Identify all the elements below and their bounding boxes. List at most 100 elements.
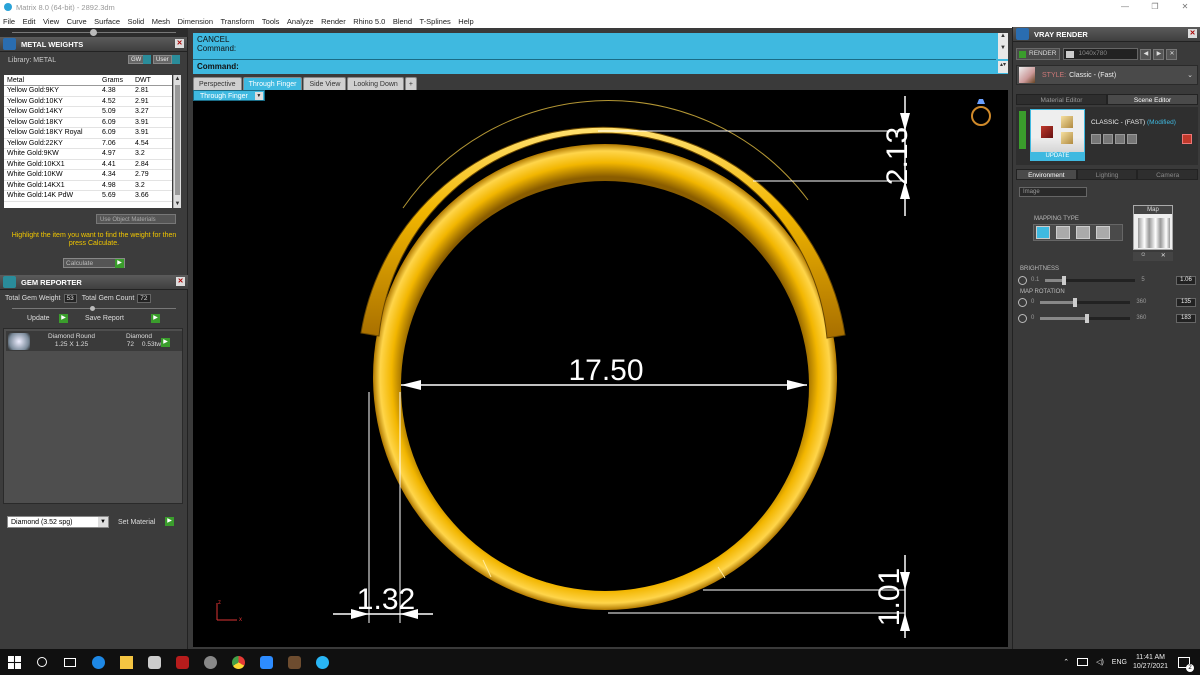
col-metal[interactable]: Metal bbox=[4, 77, 99, 84]
search-button[interactable] bbox=[28, 649, 56, 675]
style-selector[interactable]: STYLE: Classic - (Fast) ⌄ bbox=[1016, 65, 1198, 85]
import-icon[interactable] bbox=[1115, 134, 1125, 144]
scroll-down-icon[interactable]: ▼ bbox=[174, 200, 181, 208]
strip-knob[interactable] bbox=[90, 29, 97, 36]
menu-rhino[interactable]: Rhino 5.0 bbox=[353, 17, 385, 26]
col-grams[interactable]: Grams bbox=[99, 77, 132, 84]
add-tab-button[interactable]: + bbox=[404, 77, 417, 90]
brightness-knob[interactable] bbox=[1062, 275, 1067, 285]
table-row[interactable]: White Gold:10KX1 4.41 2.84 bbox=[4, 160, 172, 170]
prev-icon[interactable]: ◀ bbox=[1140, 48, 1152, 60]
tab-perspective[interactable]: Perspective bbox=[193, 77, 242, 90]
tab-scene-editor[interactable]: Scene Editor bbox=[1107, 94, 1198, 105]
command-scrollbar[interactable]: ▲ ▼ bbox=[998, 33, 1008, 59]
taskbar-rhino[interactable] bbox=[196, 649, 224, 675]
table-row[interactable]: Yellow Gold:10KY 4.52 2.91 bbox=[4, 97, 172, 107]
scroll-up-icon[interactable]: ▲ bbox=[174, 75, 181, 83]
tray-chevron-icon[interactable]: ⌃ bbox=[1063, 658, 1069, 666]
update-button[interactable]: Update bbox=[27, 315, 50, 322]
menu-solid[interactable]: Solid bbox=[128, 17, 145, 26]
table-row[interactable]: Yellow Gold:18KY Royal 6.09 3.91 bbox=[4, 128, 172, 139]
minimize-button[interactable]: — bbox=[1110, 0, 1140, 14]
taskbar-app-1[interactable] bbox=[140, 649, 168, 675]
taskbar-zoom[interactable] bbox=[252, 649, 280, 675]
scroll-thumb[interactable] bbox=[175, 85, 180, 195]
menu-curve[interactable]: Curve bbox=[67, 17, 87, 26]
table-row[interactable]: White Gold:14K PdW 5.69 3.66 bbox=[4, 191, 172, 202]
use-object-materials-button[interactable]: Use Object Materials bbox=[96, 214, 176, 224]
close-button[interactable]: ✕ bbox=[1170, 0, 1200, 14]
viewport-label[interactable]: Through Finger ▼ bbox=[193, 90, 265, 101]
command-spin[interactable]: ▴▾ bbox=[998, 61, 1008, 73]
taskbar-matrix[interactable] bbox=[280, 649, 308, 675]
clock[interactable]: 11:41 AM 10/27/2021 bbox=[1133, 653, 1168, 671]
user-toggle[interactable] bbox=[172, 55, 180, 64]
task-view-button[interactable] bbox=[56, 649, 84, 675]
rotation2-value[interactable]: 183 bbox=[1176, 313, 1196, 323]
set-material-play-icon[interactable]: ▶ bbox=[165, 517, 174, 526]
taskbar-app-2[interactable] bbox=[168, 649, 196, 675]
close-icon[interactable]: ✕ bbox=[176, 277, 185, 286]
menu-transform[interactable]: Transform bbox=[221, 17, 255, 26]
tab-lighting[interactable]: Lighting bbox=[1076, 169, 1138, 180]
tab-camera[interactable]: Camera bbox=[1137, 169, 1199, 180]
maximize-button[interactable]: ❐ bbox=[1140, 0, 1170, 14]
brightness-slider[interactable]: 0.1 5 1.06 bbox=[1018, 275, 1196, 285]
render-button[interactable]: RENDER bbox=[1016, 48, 1061, 60]
tab-looking-down[interactable]: Looking Down bbox=[347, 77, 404, 90]
rotation-slider-1[interactable]: 0 360 135 bbox=[1018, 297, 1196, 307]
map-load-icon[interactable]: ☺ bbox=[1140, 252, 1146, 261]
export-icon[interactable] bbox=[1127, 134, 1137, 144]
close-icon[interactable]: ✕ bbox=[1166, 48, 1178, 60]
command-prompt[interactable]: Command: bbox=[197, 62, 239, 71]
menu-dimension[interactable]: Dimension bbox=[178, 17, 213, 26]
table-row[interactable]: White Gold:9KW 4.97 3.2 bbox=[4, 149, 172, 160]
preset-thumbnail[interactable]: UPDATE bbox=[1030, 109, 1085, 161]
close-icon[interactable]: ✕ bbox=[175, 39, 184, 48]
delete-icon[interactable] bbox=[1182, 134, 1192, 144]
tab-environment[interactable]: Environment bbox=[1016, 169, 1077, 180]
table-row[interactable]: Yellow Gold:22KY 7.06 4.54 bbox=[4, 139, 172, 149]
rotation2-track[interactable] bbox=[1040, 313, 1131, 323]
map-clear-icon[interactable]: ✕ bbox=[1161, 252, 1166, 261]
menu-blend[interactable]: Blend bbox=[393, 17, 412, 26]
update-play-icon[interactable]: ▶ bbox=[59, 314, 68, 323]
col-dwt[interactable]: DWT bbox=[132, 77, 172, 84]
brightness-track[interactable] bbox=[1045, 275, 1136, 285]
menu-help[interactable]: Help bbox=[458, 17, 473, 26]
menu-tsplines[interactable]: T-Splines bbox=[420, 17, 451, 26]
gw-toggle[interactable] bbox=[143, 55, 151, 64]
tab-material-editor[interactable]: Material Editor bbox=[1016, 94, 1107, 105]
list-item[interactable]: Diamond Round Diamond 1.25 X 1.25 72 0.5… bbox=[6, 331, 182, 351]
language-indicator[interactable]: ENG bbox=[1112, 659, 1127, 666]
save-play-icon[interactable]: ▶ bbox=[151, 314, 160, 323]
menu-edit[interactable]: Edit bbox=[23, 17, 36, 26]
table-row[interactable]: Yellow Gold:14KY 5.09 3.27 bbox=[4, 107, 172, 118]
user-button[interactable]: User bbox=[153, 55, 172, 64]
start-button[interactable] bbox=[0, 649, 28, 675]
network-icon[interactable] bbox=[1077, 658, 1089, 666]
ring-view-icon[interactable] bbox=[971, 99, 991, 126]
panel-resize-strip[interactable] bbox=[0, 28, 188, 37]
menu-tools[interactable]: Tools bbox=[262, 17, 280, 26]
table-row[interactable]: White Gold:10KW 4.34 2.79 bbox=[4, 170, 172, 181]
menu-view[interactable]: View bbox=[43, 17, 59, 26]
menu-analyze[interactable]: Analyze bbox=[287, 17, 314, 26]
rotation-slider-2[interactable]: 0 360 183 bbox=[1018, 313, 1196, 323]
copy-icon[interactable] bbox=[1103, 134, 1113, 144]
gw-button[interactable]: GW bbox=[128, 55, 145, 64]
set-material-button[interactable]: Set Material bbox=[118, 519, 155, 526]
rotation2-knob[interactable] bbox=[1085, 313, 1090, 323]
brightness-value[interactable]: 1.06 bbox=[1176, 275, 1196, 285]
planar-map-icon[interactable] bbox=[1036, 226, 1050, 239]
menu-surface[interactable]: Surface bbox=[94, 17, 120, 26]
metal-table-scrollbar[interactable]: ▲ ▼ bbox=[173, 75, 181, 208]
next-icon[interactable]: ▶ bbox=[1153, 48, 1165, 60]
save-icon[interactable] bbox=[1091, 134, 1101, 144]
viewport[interactable]: 17.50 2.13 1.32 1.01 z x Through Finger … bbox=[193, 90, 1008, 647]
cube-map-icon[interactable] bbox=[1056, 226, 1070, 239]
save-report-button[interactable]: Save Report bbox=[85, 315, 124, 322]
update-preview-button[interactable]: UPDATE bbox=[1031, 152, 1084, 160]
dome-map-icon[interactable] bbox=[1096, 226, 1110, 239]
taskbar-app-3[interactable] bbox=[308, 649, 336, 675]
